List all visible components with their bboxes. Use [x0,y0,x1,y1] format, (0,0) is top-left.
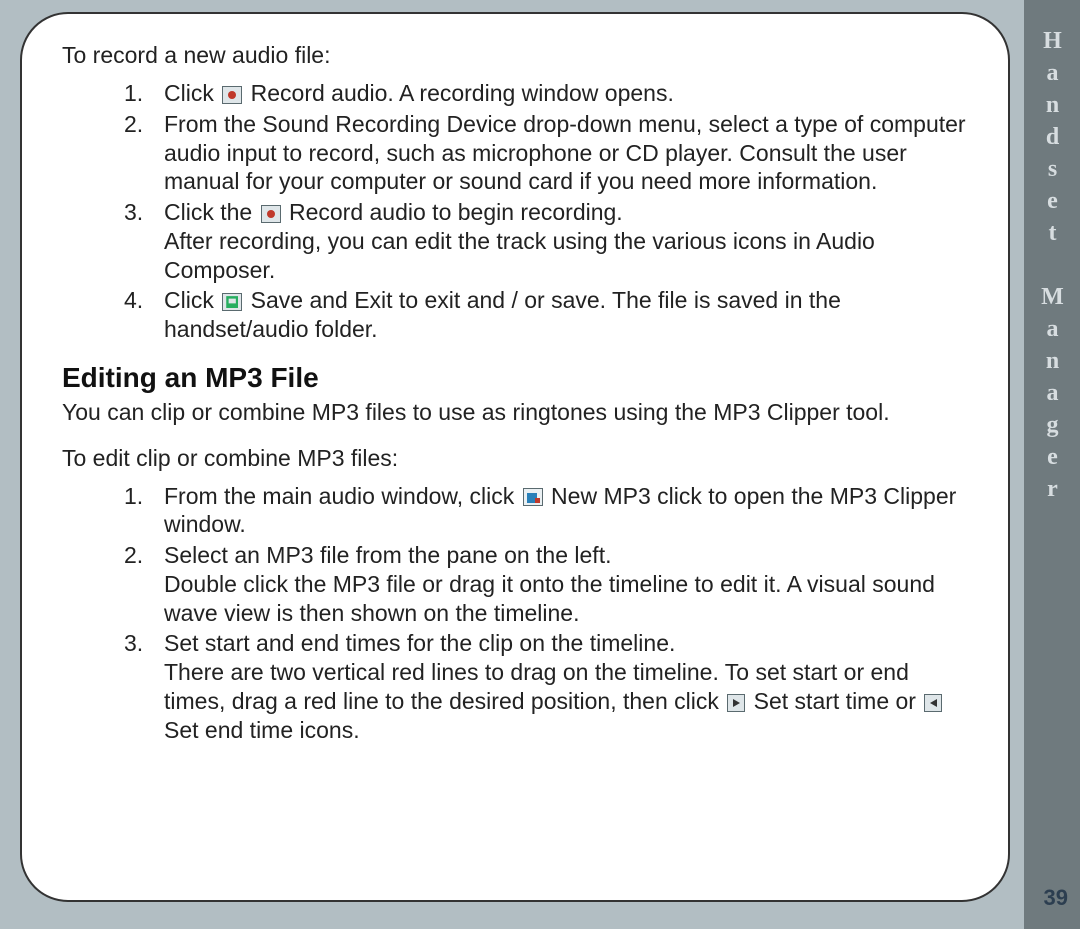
step-1: 1. From the main audio window, click New… [124,482,972,540]
step-4: 4. Click Save and Exit to exit and / or … [124,286,972,344]
set-start-time-icon [727,694,745,712]
page-wrapper: Handset Manager 39 To record a new audio… [0,0,1080,929]
step-number: 4. [124,286,143,315]
step-number: 3. [124,198,143,227]
section2-heading: Editing an MP3 File [62,362,972,394]
step-text: Record audio. A recording window opens. [251,80,674,106]
sidebar-title: Handset Manager [1039,28,1066,508]
step-2: 2. Select an MP3 file from the pane on t… [124,541,972,627]
step-text: Set start and end times for the clip on … [164,630,675,656]
step-2: 2. From the Sound Recording Device drop-… [124,110,972,196]
step-text: After recording, you can edit the track … [164,228,875,283]
section2-steps: 1. From the main audio window, click New… [62,482,972,745]
page-number: 39 [1044,885,1068,911]
step-text: From the main audio window, click [164,483,521,509]
section2-desc: You can clip or combine MP3 files to use… [62,398,972,427]
step-text: Click [164,80,220,106]
step-number: 2. [124,110,143,139]
step-number: 1. [124,79,143,108]
section1-steps: 1. Click Record audio. A recording windo… [62,79,972,344]
step-number: 3. [124,629,143,658]
record-audio-icon [222,86,242,104]
step-number: 1. [124,482,143,511]
step-text: Click [164,287,220,313]
step-text: From the Sound Recording Device drop-dow… [164,111,966,195]
section1-intro: To record a new audio file: [62,42,972,69]
step-text: Save and Exit to exit and / or save. The… [164,287,841,342]
step-number: 2. [124,541,143,570]
section2-intro: To edit clip or combine MP3 files: [62,445,972,472]
step-text: Select an MP3 file from the pane on the … [164,542,611,568]
step-text: Set end time icons. [164,717,360,743]
new-mp3-icon [523,488,543,506]
step-text: Double click the MP3 file or drag it ont… [164,571,935,626]
step-text: Set start time or [754,688,923,714]
step-3: 3. Click the Record audio to begin recor… [124,198,972,284]
content-card: To record a new audio file: 1. Click Rec… [20,12,1010,902]
sidebar: Handset Manager [1024,0,1080,929]
record-audio-icon [261,205,281,223]
save-exit-icon [222,293,242,311]
step-text: Click the [164,199,259,225]
set-end-time-icon [924,694,942,712]
step-3: 3. Set start and end times for the clip … [124,629,972,744]
step-text: Record audio to begin recording. [289,199,623,225]
step-1: 1. Click Record audio. A recording windo… [124,79,972,108]
